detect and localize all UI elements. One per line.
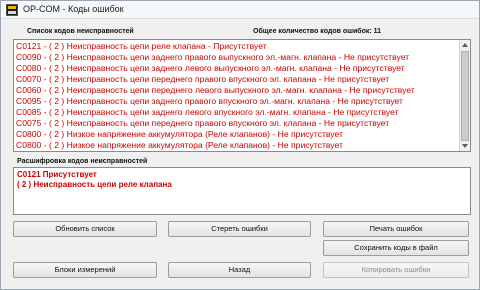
fault-decode-panel: C0121 Присутствует ( 2 ) Неисправность ц… bbox=[13, 167, 471, 215]
clear-errors-button[interactable]: Стереть ошибки bbox=[168, 221, 311, 237]
decode-description: ( 2 ) Неисправность цепи реле клапана bbox=[17, 180, 172, 189]
fault-list-scrollbar[interactable] bbox=[459, 40, 470, 151]
print-errors-button[interactable]: Печать ошибок bbox=[323, 221, 469, 237]
fault-list-header: Список кодов неисправностей bbox=[27, 28, 134, 35]
scrollbar-thumb[interactable] bbox=[461, 51, 469, 141]
decode-panel-label: Расшифровка кодов неисправностей bbox=[17, 158, 148, 165]
fault-row[interactable]: C0800 - ( 2 ) Низкое напряжение аккумуля… bbox=[16, 129, 343, 140]
fault-row[interactable]: C0070 - ( 2 ) Неисправность цепи передне… bbox=[16, 74, 389, 85]
measurement-blocks-button[interactable]: Блоки измерений bbox=[13, 262, 157, 278]
fault-code-list[interactable]: C0121 - ( 2 ) Неисправность цепи реле кл… bbox=[13, 39, 471, 152]
fault-row[interactable]: C0121 - ( 2 ) Неисправность цепи реле кл… bbox=[16, 41, 267, 52]
fault-row[interactable]: C0090 - ( 2 ) Неисправность цепи заднего… bbox=[16, 52, 409, 63]
fault-row[interactable]: C0080 - ( 2 ) Неисправность цепи заднего… bbox=[16, 63, 405, 74]
fault-row[interactable]: C0095 - ( 2 ) Неисправность цепи заднего… bbox=[16, 96, 403, 107]
fault-row[interactable]: C0075 - ( 2 ) Неисправность цепи передне… bbox=[16, 118, 389, 129]
fault-row[interactable]: C0800 - ( 2 ) Низкое напряжение аккумуля… bbox=[16, 140, 343, 151]
refresh-list-button[interactable]: Обновить список bbox=[13, 221, 157, 237]
fault-count-label: Общее количество кодов ошибок: 11 bbox=[253, 28, 382, 35]
copy-errors-button[interactable]: Копировать ошибки bbox=[323, 262, 469, 278]
back-button[interactable]: Назад bbox=[168, 262, 311, 278]
op-com-app-icon bbox=[6, 4, 18, 16]
decode-code-status: C0121 Присутствует bbox=[17, 170, 97, 179]
scroll-up-arrow-icon[interactable] bbox=[462, 43, 468, 47]
scroll-down-arrow-icon[interactable] bbox=[462, 144, 468, 148]
fault-row[interactable]: C0060 - ( 2 ) Неисправность цепи передне… bbox=[16, 85, 415, 96]
window-title: OP-COM - Коды ошибок bbox=[23, 4, 124, 14]
fault-row[interactable]: C0085 - ( 2 ) Неисправность цепи заднего… bbox=[16, 107, 399, 118]
save-codes-button[interactable]: Сохранить коды в файл bbox=[323, 240, 469, 256]
title-bar[interactable]: OP-COM - Коды ошибок bbox=[1, 1, 479, 19]
error-codes-window: OP-COM - Коды ошибок Список кодов неиспр… bbox=[0, 0, 480, 290]
